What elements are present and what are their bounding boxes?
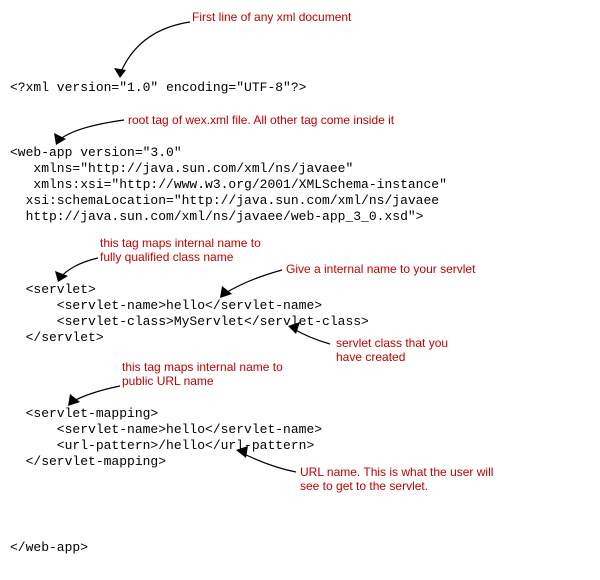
code-servlet-class: <servlet-class>MyServlet</servlet-class>: [10, 314, 369, 329]
code-webapp-close: </web-app>: [10, 540, 88, 555]
note-servlet-class-line1: servlet class that you: [336, 336, 448, 350]
code-mapping-name: <servlet-name>hello</servlet-name>: [10, 422, 322, 437]
code-mapping-close: </servlet-mapping>: [10, 454, 166, 469]
code-webapp-line2: xmlns="http://java.sun.com/xml/ns/javaee…: [10, 161, 353, 176]
code-webapp-line1: <web-app version="3.0": [10, 145, 182, 160]
code-webapp-line3: xmlns:xsi="http://www.w3.org/2001/XMLSch…: [10, 177, 447, 192]
note-mapping-tag-line1: this tag maps internal name to: [122, 360, 283, 374]
code-xml-decl: <?xml version="1.0" encoding="UTF-8"?>: [10, 80, 306, 95]
note-servlet-name: Give a internal name to your servlet: [286, 262, 475, 276]
code-webapp-line4: xsi:schemaLocation="http://java.sun.com/…: [10, 193, 439, 208]
note-root-tag: root tag of wex.xml file. All other tag …: [128, 113, 394, 127]
note-url-pattern-line2: see to get to the servlet.: [300, 479, 428, 493]
code-servlet-open: <servlet>: [10, 282, 96, 297]
code-webapp-line5: http://java.sun.com/xml/ns/javaee/web-ap…: [10, 209, 423, 224]
note-servlet-tag: this tag maps internal name to fully qua…: [100, 236, 261, 265]
note-servlet-class: servlet class that you have created: [336, 336, 448, 365]
code-servlet-close: </servlet>: [10, 330, 104, 345]
note-mapping-tag-line2: public URL name: [122, 374, 214, 388]
note-mapping-tag: this tag maps internal name to public UR…: [122, 360, 283, 389]
code-mapping-open: <servlet-mapping>: [10, 406, 158, 421]
note-xml-decl: First line of any xml document: [192, 10, 351, 24]
code-servlet-name: <servlet-name>hello</servlet-name>: [10, 298, 322, 313]
note-servlet-tag-line2: fully qualified class name: [100, 250, 233, 264]
note-servlet-tag-line1: this tag maps internal name to: [100, 236, 261, 250]
code-url-pattern: <url-pattern>/hello</url-pattern>: [10, 438, 314, 453]
note-url-pattern: URL name. This is what the user will see…: [300, 465, 493, 494]
note-servlet-class-line2: have created: [336, 350, 405, 364]
note-url-pattern-line1: URL name. This is what the user will: [300, 465, 493, 479]
